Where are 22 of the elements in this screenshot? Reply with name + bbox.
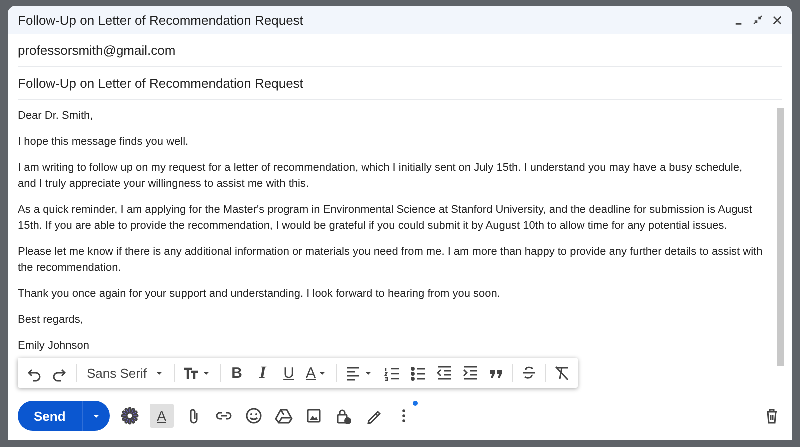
body-paragraph: Please let me know if there is any additional information or materials you need from me. I am more than happy to provide any further details to assist with the recommendation. [18,245,763,276]
scrollbar[interactable] [777,108,784,366]
underline-button[interactable]: U [278,362,299,384]
bold-button[interactable]: B [226,362,247,384]
window-title: Follow-Up on Letter of Recommendation Request [18,12,304,28]
exit-full-screen-icon[interactable] [752,14,765,26]
body-paragraph: I hope this message finds you well. [18,135,190,150]
body-paragraph: Dear Dr. Smith, [18,109,94,124]
body-paragraph: Best regards, [18,313,84,328]
subject-field[interactable]: Follow-Up on Letter of Recommendation Request [18,76,304,90]
body-paragraph: As a quick reminder, I am applying for the Master's program in Environmental Science at Stanford University, and the deadline for submission is August 15th. If you are able to provide the recommendation, I would be grateful if you could submit it by August 10th to allow time for any potential issues. [18,203,754,234]
send-button[interactable]: Send [18,401,82,431]
font-dropdown[interactable]: Sans Serif [83,366,168,380]
body-paragraph: I am writing to follow up on my request for a letter of recommendation, which I initially sent on July 15th. I understand you may have a busy schedule, and I truly appreciate your willingness to assist me with this. [18,161,744,192]
body-paragraph: Thank you once again for your support and understanding. I look forward to hearing from you soon. [18,287,502,302]
sparkle-icon[interactable] [120,405,140,427]
body-paragraph: Emily Johnson [18,339,91,354]
recipient-field[interactable]: professorsmith@gmail.com [18,42,176,58]
italic-button[interactable]: I [252,361,273,385]
close-icon[interactable] [771,14,784,26]
formatting-toggle[interactable]: A [150,404,174,428]
text-color-dropdown[interactable]: A [304,362,330,384]
